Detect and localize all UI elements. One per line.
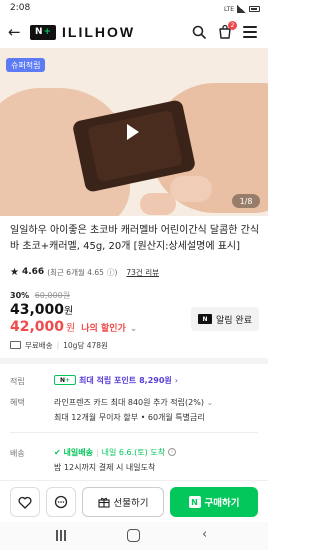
purchase-bar: 선물하기 N 구매하기: [0, 480, 268, 522]
wishlist-button[interactable]: [10, 487, 40, 517]
points-row[interactable]: N + 최대 적립 포인트 8,290원 ›: [54, 374, 178, 386]
truck-icon: [10, 341, 21, 349]
recent-apps-icon[interactable]: [56, 530, 66, 541]
chevron-right-icon: ›: [174, 375, 178, 385]
price-alert-button[interactable]: N 알림 완료: [191, 307, 259, 331]
menu-icon[interactable]: [243, 26, 257, 38]
rating-score: 4.66: [21, 267, 45, 277]
chevron-down-icon: ⌄: [129, 324, 138, 334]
chat-bubble-icon: [54, 495, 68, 509]
star-icon: ★: [10, 266, 19, 278]
price-unit: 원: [64, 306, 74, 317]
network-label: LTE: [224, 5, 234, 13]
tomorrow-delivery-text: 내일배송: [63, 447, 93, 457]
naver-pay-icon: N: [198, 314, 212, 324]
search-icon[interactable]: [192, 25, 206, 39]
delivery-label: 배송: [10, 449, 25, 458]
home-icon[interactable]: [127, 529, 140, 542]
heart-icon: [18, 496, 32, 509]
cart-count-badge: 2: [228, 21, 237, 30]
discount-row: 30% 60,000원: [10, 290, 70, 301]
system-nav-bar: ‹: [0, 522, 268, 550]
gift-label: 선물하기: [113, 498, 149, 509]
separator: |: [95, 447, 99, 457]
store-logo[interactable]: N + ILILHOW: [30, 24, 135, 40]
finger-shape: [170, 176, 212, 202]
chevron-down-icon: ⌄: [206, 398, 214, 407]
card-benefit[interactable]: 라인프렌즈 카드 최대 840원 추가 적립(2%) ⌄: [54, 397, 213, 408]
rating-row: ★ 4.66 (최근 6개월 4.65 ⓘ) 73건 리뷰: [10, 265, 159, 279]
status-bar: 2:08 LTE: [0, 0, 268, 18]
card-benefit-text: 라인프렌즈 카드 최대 840원 추가 적립(2%): [54, 398, 204, 407]
separator: |: [56, 340, 60, 350]
sale-price-unit: 원: [66, 323, 76, 334]
app-header: ← N + ILILHOW 2: [0, 18, 268, 48]
delivery-row[interactable]: ✔ 내일배송 | 내일 6.6.(토) 도착 i: [54, 446, 177, 458]
back-arrow-icon[interactable]: ←: [8, 24, 24, 40]
finger-shape: [140, 193, 176, 215]
gift-button[interactable]: 선물하기: [82, 487, 164, 517]
naver-pay-icon: N: [188, 496, 201, 508]
points-text: 최대 적립 포인트: [79, 375, 137, 385]
unit-price: 10g당 478원: [63, 340, 108, 350]
system-back-icon[interactable]: ‹: [202, 528, 207, 542]
battery-icon: [249, 6, 260, 12]
help-icon[interactable]: ⓘ): [107, 267, 117, 278]
naver-plus-logo: N +: [30, 24, 56, 40]
signal-icon: [237, 5, 246, 13]
price: 43,000원: [10, 302, 73, 318]
store-name: ILILHOW: [62, 24, 136, 40]
buy-label: 구매하기: [204, 498, 240, 509]
installment-benefit: 최대 12개월 무이자 할부 • 60개월 특별금리: [54, 413, 205, 422]
tomorrow-delivery-badge: ✔ 내일배송: [54, 447, 93, 457]
product-title: 일일하우 아이좋은 초코바 캐러멜바 어린이간식 달콤한 간식바 초코+캐러멜,…: [10, 225, 260, 252]
buy-button[interactable]: N 구매하기: [170, 487, 258, 517]
points-label: 적립: [10, 377, 25, 386]
price-alert-label: 알림 완료: [216, 315, 252, 326]
free-shipping-label: 무료배송: [25, 340, 53, 350]
review-count-link[interactable]: 73건 리뷰: [126, 267, 159, 278]
delivery-date: 내일 6.6.(토) 도착: [101, 447, 166, 457]
delivery-note: 밤 12시까지 결제 시 내일도착: [54, 463, 156, 472]
status-time: 2:08: [10, 3, 31, 13]
naver-plus-badge: N +: [54, 375, 76, 385]
logo-n: N: [34, 27, 43, 37]
gift-icon: [97, 497, 110, 508]
talk-talk-button[interactable]: [46, 487, 76, 517]
benefit-label: 혜택: [10, 398, 25, 407]
section-divider: [0, 358, 268, 364]
recent-rating: (최근 6개월 4.65: [47, 267, 104, 277]
image-pager: 1/8: [232, 194, 260, 208]
shipping-row: 무료배송 | 10g당 478원: [10, 339, 108, 351]
price-value: 43,000: [10, 302, 65, 318]
info-icon[interactable]: i: [168, 448, 177, 456]
status-icons: LTE: [224, 4, 260, 14]
original-price: 60,000원: [34, 291, 71, 300]
points-value: 8,290원: [139, 375, 172, 385]
row-divider: [10, 432, 258, 433]
play-icon[interactable]: [127, 124, 139, 140]
discount-percent: 30%: [10, 291, 30, 300]
logo-plus: +: [43, 27, 52, 37]
sale-price-value: 42,000: [10, 319, 65, 335]
super-points-badge: 슈퍼적립: [6, 58, 46, 72]
my-discount-label: 나의 할인가: [81, 324, 126, 334]
my-sale-price-row[interactable]: 42,000 원 나의 할인가 ⌄: [10, 319, 137, 335]
